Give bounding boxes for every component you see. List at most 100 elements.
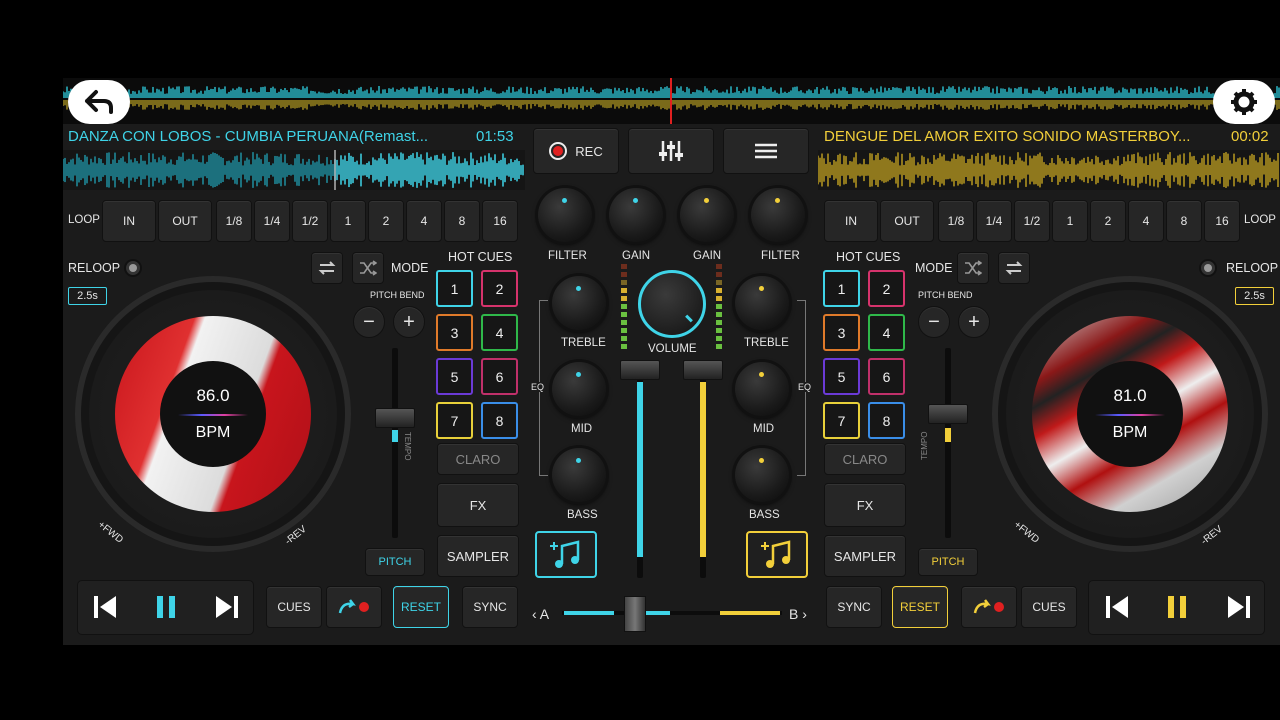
deck-b-reloop-toggle[interactable] — [1199, 259, 1217, 277]
deck-b-claro-button[interactable]: CLARO — [824, 443, 906, 475]
deck-a-loop-button-6[interactable]: 2 — [368, 200, 404, 242]
deck-a-loop-button-1[interactable]: OUT — [158, 200, 212, 242]
master-volume-knob[interactable] — [638, 270, 706, 338]
deck-b-loop-button-0[interactable]: IN — [824, 200, 878, 242]
deck-b-pitch-button[interactable]: PITCH — [918, 548, 978, 576]
deck-b-loop-button-5[interactable]: 1 — [1052, 200, 1088, 242]
deck-a-loop-button-7[interactable]: 4 — [406, 200, 442, 242]
deck-a-bass-knob[interactable] — [552, 448, 606, 502]
deck-b-bass-knob[interactable] — [735, 448, 789, 502]
deck-a-pitch-bend-minus[interactable]: − — [353, 306, 385, 338]
deck-a-reloop-time[interactable]: 2.5s — [68, 287, 107, 305]
deck-a-hot-cue-3[interactable]: 3 — [436, 314, 473, 351]
crossfader-cap[interactable] — [623, 596, 646, 632]
deck-a-sampler-button[interactable]: SAMPLER — [437, 535, 519, 577]
deck-a-pitch-bend-plus[interactable]: + — [393, 306, 425, 338]
deck-b-mid-knob[interactable] — [735, 362, 789, 416]
deck-b-sync-button[interactable]: SYNC — [826, 586, 882, 628]
deck-a-hot-cue-1[interactable]: 1 — [436, 270, 473, 307]
deck-b-gain-knob[interactable] — [680, 188, 734, 242]
deck-b-treble-knob[interactable] — [735, 276, 789, 330]
deck-b-hot-cue-5[interactable]: 5 — [823, 358, 860, 395]
deck-b-loop-button-6[interactable]: 2 — [1090, 200, 1126, 242]
deck-b-loop-button-1[interactable]: OUT — [880, 200, 934, 242]
deck-b-previous-button[interactable] — [1106, 596, 1130, 623]
deck-b-pitch-fader-cap[interactable] — [928, 404, 968, 424]
deck-b-hot-cue-7[interactable]: 7 — [823, 402, 860, 439]
deck-b-pitch-bend-minus[interactable]: − — [918, 306, 950, 338]
deck-a-sync-button[interactable]: SYNC — [462, 586, 518, 628]
deck-a-previous-button[interactable] — [94, 596, 118, 623]
menu-button[interactable] — [723, 128, 809, 174]
deck-a-filter-knob[interactable] — [538, 188, 592, 242]
deck-a-cue-record-button[interactable] — [326, 586, 382, 628]
deck-a-hot-cue-6[interactable]: 6 — [481, 358, 518, 395]
deck-b-loop-button-4[interactable]: 1/2 — [1014, 200, 1050, 242]
deck-b-sampler-button[interactable]: SAMPLER — [824, 535, 906, 577]
deck-a-pause-button[interactable] — [157, 596, 175, 623]
deck-b-cues-button[interactable]: CUES — [1021, 586, 1077, 628]
deck-b-reloop-time[interactable]: 2.5s — [1235, 287, 1274, 305]
deck-a-cues-button[interactable]: CUES — [266, 586, 322, 628]
deck-b-shuffle-button[interactable] — [957, 252, 989, 284]
deck-b-next-button[interactable] — [1226, 596, 1250, 623]
deck-a-loop-button-9[interactable]: 16 — [482, 200, 518, 242]
deck-a-loop-button-3[interactable]: 1/4 — [254, 200, 290, 242]
deck-a-fx-button[interactable]: FX — [437, 483, 519, 527]
deck-a-loop-button-0[interactable]: IN — [102, 200, 156, 242]
deck-b-hot-cue-4[interactable]: 4 — [868, 314, 905, 351]
deck-a-pitch-button[interactable]: PITCH — [365, 548, 425, 576]
rec-button[interactable]: REC — [533, 128, 619, 174]
deck-b-add-music-button[interactable] — [746, 531, 808, 578]
deck-b-repeat-button[interactable] — [998, 252, 1030, 284]
deck-a-reloop-toggle[interactable] — [124, 259, 142, 277]
deck-a-next-button[interactable] — [214, 596, 238, 623]
back-button[interactable] — [68, 80, 130, 124]
deck-b-hot-cue-6[interactable]: 6 — [868, 358, 905, 395]
deck-a-add-music-button[interactable] — [535, 531, 597, 578]
deck-b-pause-button[interactable] — [1168, 596, 1186, 623]
deck-b-hot-cue-3[interactable]: 3 — [823, 314, 860, 351]
deck-b-pitch-fader-track[interactable] — [945, 348, 951, 538]
deck-b-loop-button-2[interactable]: 1/8 — [938, 200, 974, 242]
crossfader[interactable] — [562, 592, 782, 634]
deck-a-claro-button[interactable]: CLARO — [437, 443, 519, 475]
deck-a-reset-button[interactable]: RESET — [393, 586, 449, 628]
deck-a-channel-fader-cap[interactable] — [620, 360, 660, 380]
deck-b-loop-button-9[interactable]: 16 — [1204, 200, 1240, 242]
deck-a-gain-knob[interactable] — [609, 188, 663, 242]
deck-b-loop-button-8[interactable]: 8 — [1166, 200, 1202, 242]
deck-b-jog-wheel[interactable]: 81.0 BPM — [992, 276, 1268, 552]
deck-a-shuffle-button[interactable] — [352, 252, 384, 284]
deck-a-hot-cue-5[interactable]: 5 — [436, 358, 473, 395]
deck-a-waveform[interactable] — [62, 150, 525, 190]
deck-b-filter-knob[interactable] — [751, 188, 805, 242]
deck-a-repeat-button[interactable] — [311, 252, 343, 284]
deck-b-cue-record-button[interactable] — [961, 586, 1017, 628]
deck-b-loop-button-7[interactable]: 4 — [1128, 200, 1164, 242]
deck-b-loop-button-3[interactable]: 1/4 — [976, 200, 1012, 242]
deck-b-waveform[interactable] — [817, 150, 1280, 190]
deck-a-loop-button-5[interactable]: 1 — [330, 200, 366, 242]
deck-a-pitch-fader-cap[interactable] — [375, 408, 415, 428]
deck-b-reset-button[interactable]: RESET — [892, 586, 948, 628]
mixer-settings-button[interactable] — [628, 128, 714, 174]
deck-b-hot-cue-2[interactable]: 2 — [868, 270, 905, 307]
deck-a-mid-knob[interactable] — [552, 362, 606, 416]
deck-b-pitch-bend-plus[interactable]: + — [958, 306, 990, 338]
deck-b-fx-button[interactable]: FX — [824, 483, 906, 527]
deck-a-hot-cue-7[interactable]: 7 — [436, 402, 473, 439]
deck-a-pitch-fader-track[interactable] — [392, 348, 398, 538]
deck-a-hot-cue-8[interactable]: 8 — [481, 402, 518, 439]
deck-a-jog-wheel[interactable]: 86.0 BPM — [75, 276, 351, 552]
deck-b-hot-cue-1[interactable]: 1 — [823, 270, 860, 307]
deck-a-treble-knob[interactable] — [552, 276, 606, 330]
deck-a-loop-button-4[interactable]: 1/2 — [292, 200, 328, 242]
deck-a-hot-cue-4[interactable]: 4 — [481, 314, 518, 351]
deck-a-hot-cue-2[interactable]: 2 — [481, 270, 518, 307]
deck-b-channel-fader-cap[interactable] — [683, 360, 723, 380]
deck-a-loop-button-8[interactable]: 8 — [444, 200, 480, 242]
overview-waveform[interactable] — [63, 78, 1280, 124]
deck-a-loop-button-2[interactable]: 1/8 — [216, 200, 252, 242]
settings-button[interactable] — [1213, 80, 1275, 124]
